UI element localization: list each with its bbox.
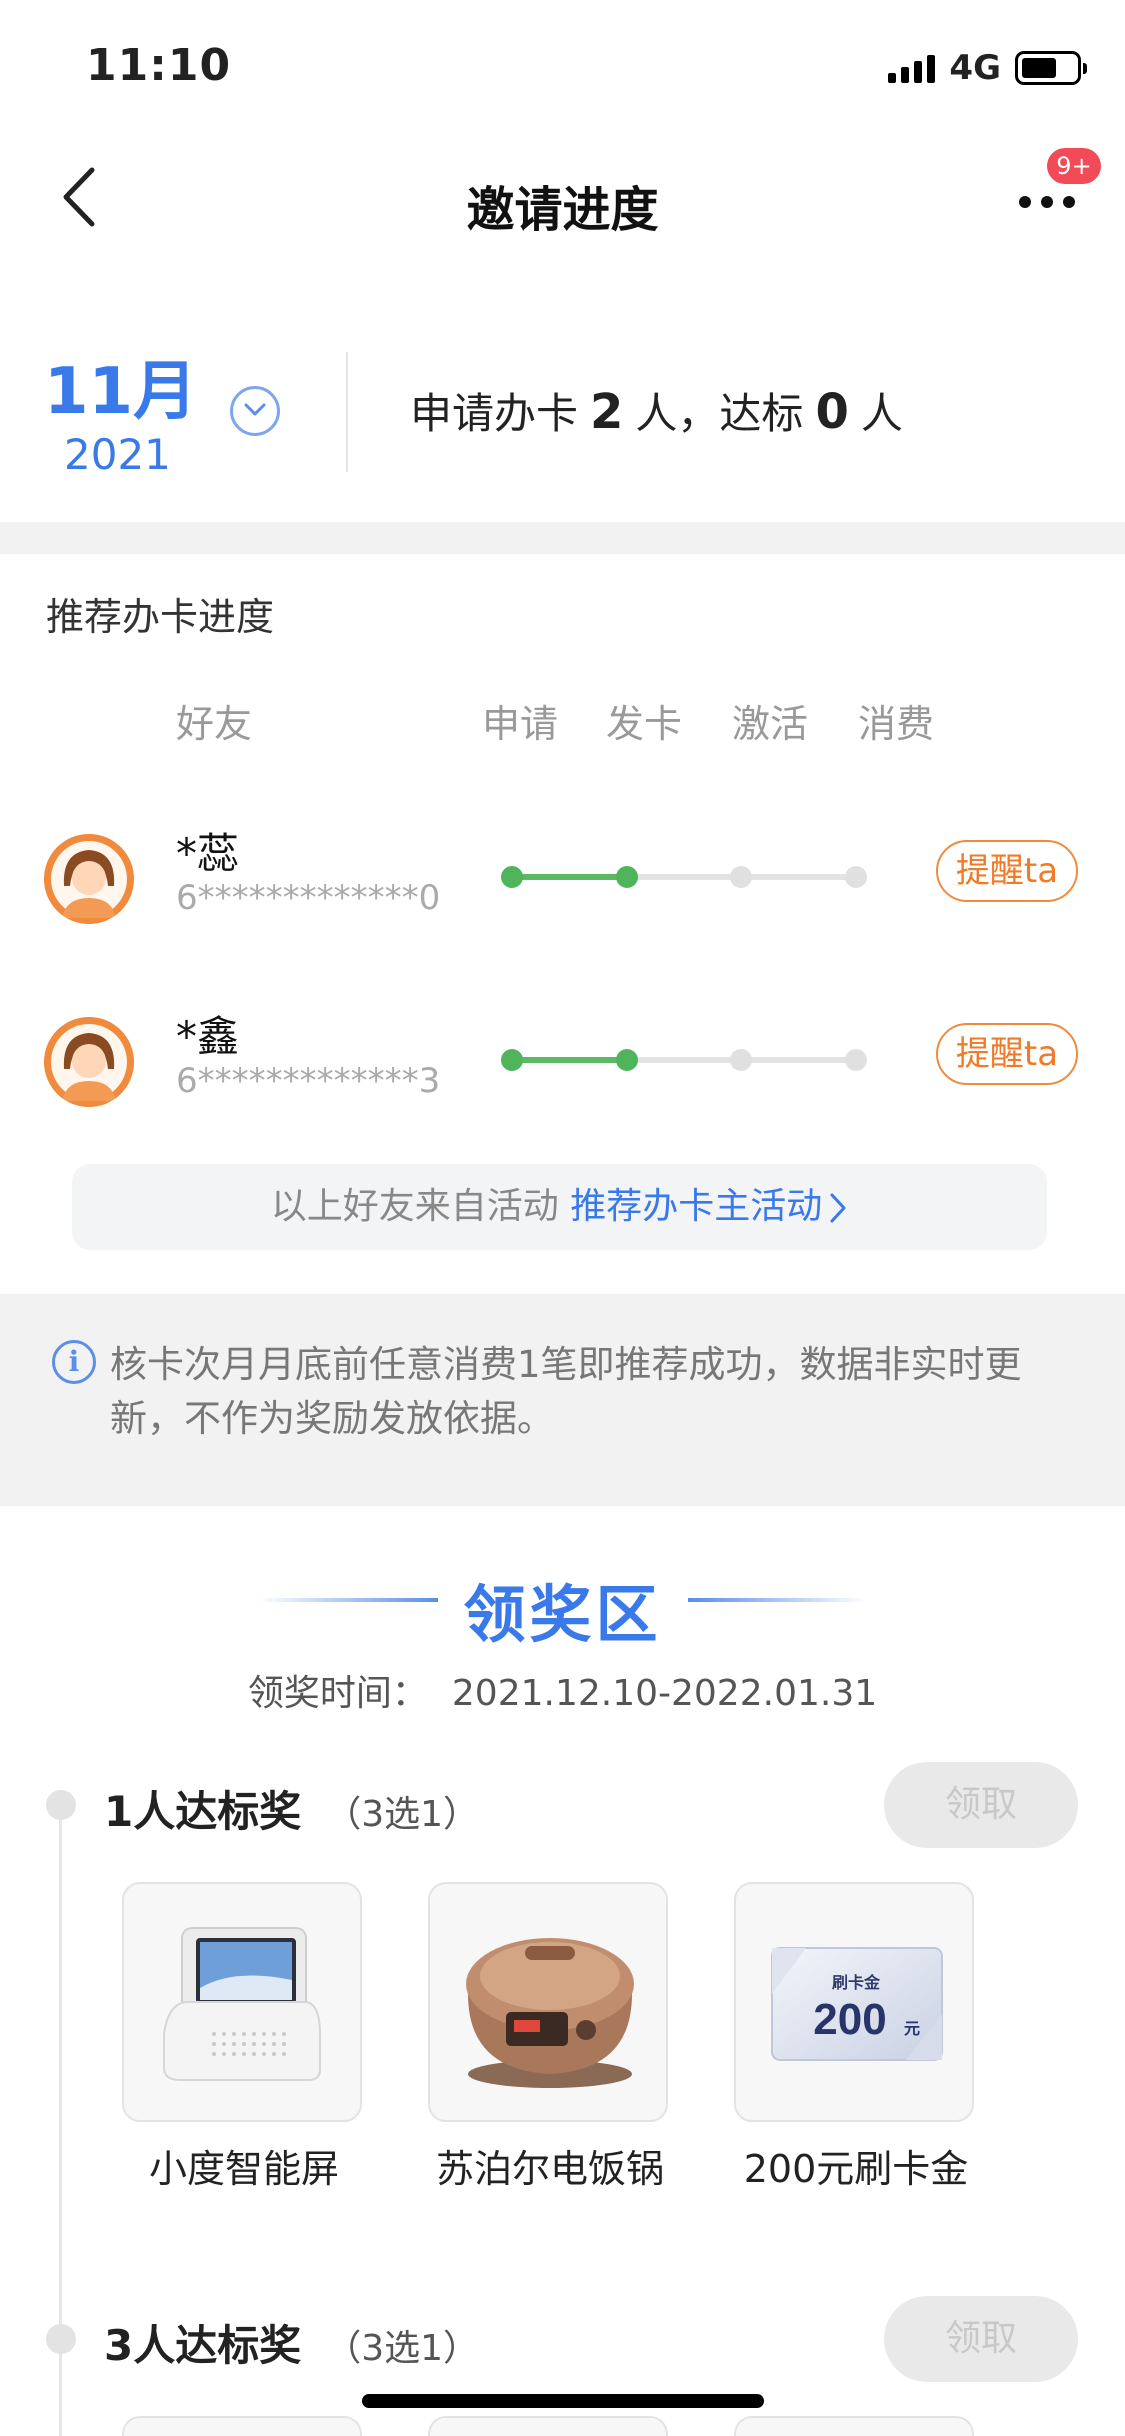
remind-button[interactable]: 提醒ta <box>936 1023 1078 1085</box>
notice-panel: i 核卡次月月底前任意消费1笔即推荐成功，数据非实时更新，不作为奖励发放依据。 <box>0 1294 1125 1506</box>
gift-card-title: 刷卡金 <box>832 1973 881 1992</box>
stage-dot <box>845 1049 867 1071</box>
tier-name: 1人达标奖 （3选1） <box>104 1778 479 1839</box>
progress-track <box>501 866 867 888</box>
column-header-spend: 消费 <box>858 702 935 746</box>
progress-track <box>501 1049 867 1071</box>
prize-item[interactable] <box>734 2416 974 2436</box>
tier-title: 3人达标奖 <box>104 2321 302 2370</box>
stage-dot <box>501 1049 523 1071</box>
source-activity-link[interactable]: 推荐办卡主活动 <box>570 1186 822 1227</box>
friend-card-number: 6*************0 <box>176 878 441 918</box>
award-header: 领奖区 <box>0 1560 1125 1651</box>
source-text: 以上好友来自活动 <box>270 1186 559 1227</box>
summary-divider <box>346 352 348 472</box>
title-decoration-right <box>688 1598 868 1602</box>
claim-button[interactable]: 领取 <box>884 2296 1078 2382</box>
status-icons: 4G <box>888 48 1087 88</box>
award-time: 领奖时间： 2021.12.10-2022.01.31 <box>0 1664 1125 1716</box>
column-header-activate: 激活 <box>732 702 809 746</box>
summary-mid: 人，达标 <box>635 389 804 438</box>
claim-button[interactable]: 领取 <box>884 1762 1078 1848</box>
timeline-dot <box>46 2324 76 2354</box>
section-divider <box>0 522 1125 554</box>
summary-suffix: 人 <box>860 389 903 438</box>
stage-dot <box>730 1049 753 1071</box>
award-title: 领奖区 <box>463 1578 662 1651</box>
tier-pick-rule: （3选1） <box>325 1794 480 1835</box>
month-summary: 11月 2021 申请办卡 2 人，达标 0 人 <box>0 320 1125 520</box>
award-time-label: 领奖时间： <box>247 1673 428 1714</box>
stage-dot <box>501 866 523 888</box>
column-header-friend: 好友 <box>176 702 253 746</box>
award-time-value: 2021.12.10-2022.01.31 <box>451 1673 878 1714</box>
stage-dot <box>615 866 638 888</box>
network-type: 4G <box>949 48 1001 88</box>
notice-text: 核卡次月月底前任意消费1笔即推荐成功，数据非实时更新，不作为奖励发放依据。 <box>110 1343 1022 1440</box>
info-icon: i <box>52 1340 96 1384</box>
page-title: 邀请进度 <box>466 182 659 238</box>
prize-label: 苏泊尔电饭锅 <box>435 2147 664 2191</box>
status-time: 11:10 <box>86 40 232 91</box>
stage-dot <box>730 866 753 888</box>
prize-item[interactable]: 苏泊尔电饭锅 <box>428 1882 672 2193</box>
applied-count: 2 <box>590 384 624 440</box>
more-dots-icon <box>1019 196 1075 208</box>
friend-card-number: 6*************3 <box>176 1061 441 1101</box>
column-header-issue: 发卡 <box>606 702 683 746</box>
prize-item[interactable] <box>428 2416 668 2436</box>
gift-card-amount: 200 <box>813 1995 886 2044</box>
rice-cooker-image <box>428 1882 668 2122</box>
summary-stats: 申请办卡 2 人，达标 0 人 <box>410 380 903 441</box>
avatar <box>44 834 134 924</box>
remind-button[interactable]: 提醒ta <box>936 840 1078 902</box>
prize-item[interactable]: 刷卡金 200 元 200元刷卡金 <box>734 1882 978 2193</box>
stage-dot <box>845 866 867 888</box>
gift-card-unit: 元 <box>904 2021 920 2038</box>
battery-icon <box>1015 51 1087 85</box>
tier-name: 3人达标奖 （3选1） <box>104 2312 479 2373</box>
more-button[interactable]: 9+ <box>1009 148 1101 236</box>
tier-title: 1人达标奖 <box>104 1787 302 1836</box>
qualified-count: 0 <box>815 384 849 440</box>
prize-item[interactable]: 小度智能屏 <box>122 1882 366 2193</box>
prize-label: 小度智能屏 <box>148 2147 339 2191</box>
signal-icon <box>888 53 936 83</box>
summary-prefix: 申请办卡 <box>410 389 579 438</box>
friend-name: *蕊 <box>176 829 240 878</box>
progress-fill <box>512 874 627 880</box>
tier-header: 3人达标奖 （3选1） 领取 <box>0 2296 1125 2386</box>
chevron-right-icon <box>830 1193 846 1223</box>
status-bar: 11:10 4G <box>0 0 1125 132</box>
nav-bar: 邀请进度 9+ <box>0 132 1125 262</box>
chevron-down-icon <box>244 403 266 416</box>
month-label[interactable]: 11月 <box>44 340 197 432</box>
stage-dot <box>615 1049 638 1071</box>
tier-header: 1人达标奖 （3选1） 领取 <box>0 1762 1125 1852</box>
progress-section-title: 推荐办卡进度 <box>46 595 275 639</box>
friend-row: *蕊 6*************0 提醒ta <box>0 820 1125 940</box>
avatar <box>44 1017 134 1107</box>
tier-pick-rule: （3选1） <box>325 2328 480 2369</box>
friend-row: *鑫 6*************3 提醒ta <box>0 1003 1125 1123</box>
column-header-apply: 申请 <box>482 702 559 746</box>
year-label[interactable]: 2021 <box>64 430 171 479</box>
prize-label: 200元刷卡金 <box>743 2147 969 2191</box>
gift-card-image: 刷卡金 200 元 <box>734 1882 974 2122</box>
prize-item[interactable] <box>122 2416 362 2436</box>
home-indicator <box>362 2394 764 2408</box>
smart-display-image <box>122 1882 362 2122</box>
month-dropdown-button[interactable] <box>230 386 280 436</box>
timeline-dot <box>46 1790 76 1820</box>
notification-badge: 9+ <box>1047 148 1101 184</box>
progress-fill <box>512 1057 627 1063</box>
activity-source-bar[interactable]: 以上好友来自活动 推荐办卡主活动 <box>72 1164 1047 1250</box>
friend-name: *鑫 <box>176 1012 240 1061</box>
